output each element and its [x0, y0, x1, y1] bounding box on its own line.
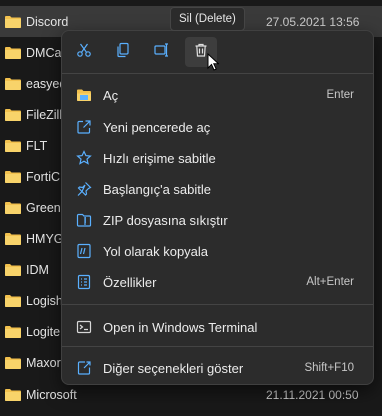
rename-icon	[154, 42, 170, 63]
folder-icon	[5, 325, 21, 338]
file-name: DMCa	[26, 45, 62, 60]
menu-item-properties[interactable]: Özellikler Alt+Enter	[66, 267, 370, 297]
folder-icon	[5, 201, 21, 214]
cut-button[interactable]	[68, 37, 100, 67]
folder-icon	[5, 77, 21, 90]
menu-item-compress-zip[interactable]: ZIP dosyasına sıkıştır	[66, 205, 370, 235]
folder-icon	[5, 232, 21, 245]
open-new-window-icon	[76, 119, 92, 135]
file-name: Maxor	[26, 355, 61, 370]
context-menu: Aç Enter Yeni pencerede aç Hızlı erişime…	[61, 30, 374, 385]
menu-item-label: Hızlı erişime sabitle	[103, 151, 216, 166]
menu-item-label: Özellikler	[103, 275, 157, 290]
file-name: Discord	[26, 14, 69, 29]
folder-icon	[5, 294, 21, 307]
folder-icon	[5, 356, 21, 369]
file-name: Microsoft	[26, 387, 77, 402]
folder-icon	[5, 170, 21, 183]
menu-item-open-new-window[interactable]: Yeni pencerede aç	[66, 112, 370, 142]
shortcut-label: Enter	[326, 89, 355, 101]
menu-item-label: Open in Windows Terminal	[103, 320, 258, 335]
more-options-icon	[76, 360, 92, 376]
rename-button[interactable]	[146, 37, 178, 67]
file-name: FLT	[26, 138, 48, 153]
menu-item-pin-start[interactable]: Başlangıç'a sabitle	[66, 174, 370, 204]
copy-icon	[115, 42, 131, 63]
menu-item-open[interactable]: Aç Enter	[66, 80, 370, 110]
folder-icon	[5, 139, 21, 152]
copy-path-icon	[76, 243, 92, 259]
file-name: IDM	[26, 262, 49, 277]
file-name: HMYG	[26, 231, 64, 246]
separator	[62, 304, 373, 305]
menu-item-label: Başlangıç'a sabitle	[103, 182, 211, 197]
folder-icon	[5, 108, 21, 121]
separator	[62, 346, 373, 347]
file-name: Logite	[26, 324, 61, 339]
menu-item-label: Yeni pencerede aç	[103, 120, 211, 135]
menu-item-label: Aç	[103, 88, 119, 103]
pin-icon	[76, 181, 92, 197]
folder-icon	[5, 388, 21, 401]
delete-tooltip: Sil (Delete)	[170, 7, 245, 31]
mouse-cursor-icon	[207, 52, 220, 76]
folder-icon	[5, 15, 21, 28]
copy-button[interactable]	[107, 37, 139, 67]
file-name: FileZill	[26, 107, 63, 122]
star-icon	[76, 150, 92, 166]
menu-item-more-options[interactable]: Diğer seçenekleri göster Shift+F10	[66, 353, 370, 383]
menu-item-pin-quick-access[interactable]: Hızlı erişime sabitle	[66, 143, 370, 173]
terminal-icon	[76, 319, 92, 335]
menu-item-open-terminal[interactable]: Open in Windows Terminal	[66, 312, 370, 342]
folder-open-icon	[76, 87, 92, 103]
shortcut-label: Shift+F10	[304, 362, 354, 374]
menu-item-label: ZIP dosyasına sıkıştır	[103, 213, 228, 228]
menu-item-label: Yol olarak kopyala	[103, 244, 209, 259]
file-name: FortiC	[26, 169, 61, 184]
properties-icon	[76, 274, 92, 290]
file-name: Logish	[26, 293, 63, 308]
folder-icon	[5, 46, 21, 59]
shortcut-label: Alt+Enter	[306, 276, 354, 288]
file-date: 27.05.2021 13:56	[266, 14, 360, 29]
menu-item-label: Diğer seçenekleri göster	[103, 361, 244, 376]
file-date: 21.11.2021 00:50	[266, 387, 359, 402]
folder-icon	[5, 263, 21, 276]
zip-folder-icon	[76, 212, 92, 228]
menu-item-copy-path[interactable]: Yol olarak kopyala	[66, 236, 370, 266]
scissors-icon	[76, 42, 92, 63]
